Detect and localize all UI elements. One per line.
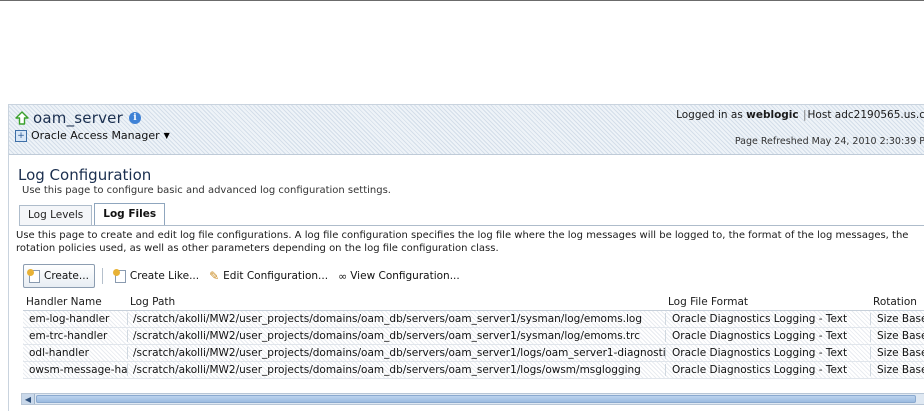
user-name[interactable]: weblogic [746, 109, 799, 121]
table-header: Handler Name Log Path Log File Format Ro… [23, 294, 924, 311]
tab-log-files[interactable]: Log Files [94, 203, 166, 225]
login-info: Logged in as weblogic |Host adc2190565.u… [676, 109, 924, 121]
page-title: Log Configuration [18, 166, 152, 184]
up-arrow-icon[interactable] [15, 111, 29, 125]
page-description: Use this page to configure basic and adv… [22, 185, 391, 196]
handler-name-cell: owsm-message-hand [29, 364, 127, 376]
create-button[interactable]: Create... [23, 264, 95, 288]
table-row[interactable]: owsm-message-hand /scratch/akolli/MW2/us… [23, 362, 924, 379]
toolbar: Create... Create Like... ✎ Edit Configur… [23, 263, 923, 289]
target-header: oam_server i + Oracle Access Manager ▼ L… [9, 105, 924, 155]
create-icon [27, 268, 40, 283]
log-file-format-cell: Oracle Diagnostics Logging - Text [665, 313, 870, 325]
tab-log-levels[interactable]: Log Levels [19, 205, 93, 225]
target-title: oam_server i [15, 109, 141, 127]
chevron-down-icon: ▼ [163, 131, 170, 140]
rotation-cell: Size Base [870, 313, 924, 325]
column-header-log-file-format[interactable]: Log File Format [665, 296, 870, 308]
rotation-cell: Size Base [870, 364, 924, 376]
log-files-table: Handler Name Log Path Log File Format Ro… [23, 294, 924, 379]
create-like-icon [112, 268, 126, 283]
column-header-handler-name[interactable]: Handler Name [23, 296, 127, 308]
column-header-log-path[interactable]: Log Path [127, 296, 665, 308]
view-configuration-label: View Configuration... [350, 270, 460, 282]
info-icon[interactable]: i [128, 112, 141, 124]
em-console-frame: oam_server i + Oracle Access Manager ▼ L… [8, 104, 924, 411]
log-path-cell: /scratch/akolli/MW2/user_projects/domain… [127, 347, 665, 359]
log-path-cell: /scratch/akolli/MW2/user_projects/domain… [127, 330, 665, 342]
create-label: Create... [44, 270, 89, 282]
glasses-icon: ∞ [338, 269, 347, 283]
scroll-thumb[interactable] [36, 395, 916, 403]
rotation-cell: Size Base [870, 347, 924, 359]
page-refreshed: Page Refreshed May 24, 2010 2:30:39 P [734, 136, 924, 147]
toolbar-separator [101, 268, 103, 284]
edit-configuration-label: Edit Configuration... [223, 270, 329, 282]
host-label: Host adc2190565.us.c [807, 109, 924, 121]
intro-text: Use this page to create and edit log fil… [16, 230, 909, 254]
top-divider [0, 0, 924, 1]
pencil-icon: ✎ [209, 269, 220, 283]
view-configuration-button[interactable]: ∞ View Configuration... [333, 265, 465, 287]
table-row[interactable]: em-log-handler /scratch/akolli/MW2/user_… [23, 311, 924, 328]
log-path-cell: /scratch/akolli/MW2/user_projects/domain… [127, 313, 665, 325]
target-name: oam_server [33, 109, 123, 127]
handler-name-cell: em-log-handler [29, 313, 110, 325]
rotation-cell: Size Base [870, 330, 924, 342]
horizontal-scrollbar[interactable]: ◀ [21, 393, 924, 405]
column-header-rotation[interactable]: Rotation [870, 296, 924, 308]
handler-name-cell: odl-handler [29, 347, 89, 359]
scroll-left-icon[interactable]: ◀ [22, 394, 35, 404]
table-row[interactable]: em-trc-handler /scratch/akolli/MW2/user_… [23, 328, 924, 345]
log-path-cell: /scratch/akolli/MW2/user_projects/domain… [127, 364, 665, 376]
handler-name-cell: em-trc-handler [29, 330, 108, 342]
target-menu-label: Oracle Access Manager [31, 129, 160, 142]
log-file-format-cell: Oracle Diagnostics Logging - Text [665, 364, 870, 376]
create-like-label: Create Like... [129, 270, 200, 282]
edit-configuration-button[interactable]: ✎ Edit Configuration... [204, 265, 333, 287]
create-like-button[interactable]: Create Like... [110, 265, 204, 287]
tab-divider [19, 225, 924, 226]
target-menu[interactable]: + Oracle Access Manager ▼ [15, 129, 170, 142]
target-menu-icon: + [15, 129, 27, 142]
tab-bar: Log Levels Log Files [19, 203, 167, 226]
table-row[interactable]: odl-handler /scratch/akolli/MW2/user_pro… [23, 345, 924, 362]
log-file-format-cell: Oracle Diagnostics Logging - Text [665, 347, 870, 359]
log-file-format-cell: Oracle Diagnostics Logging - Text [665, 330, 870, 342]
logged-in-prefix: Logged in as [676, 109, 743, 121]
login-separator: | [802, 109, 807, 121]
